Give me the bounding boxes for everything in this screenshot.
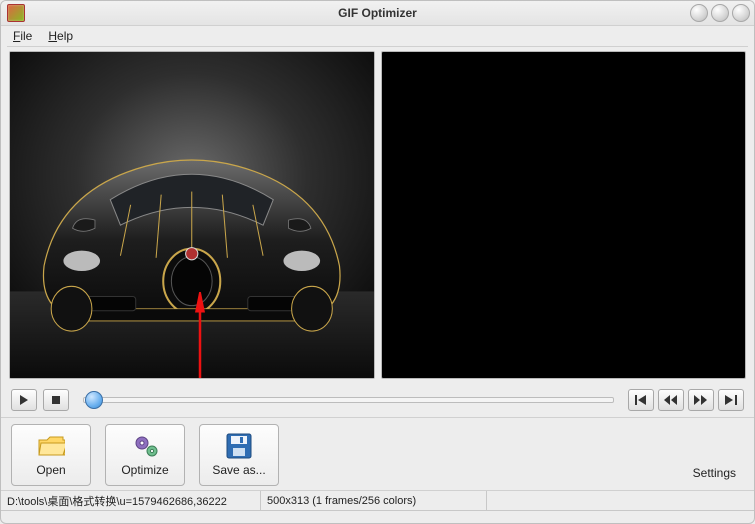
first-frame-button[interactable] xyxy=(628,389,654,411)
prev-icon xyxy=(664,395,678,405)
status-info: 500x313 (1 frames/256 colors) xyxy=(261,491,487,511)
slider-track xyxy=(83,397,614,403)
settings-link[interactable]: Settings xyxy=(693,466,736,486)
statusbar: D:\tools\桌面\格式转换\u=1579462686,36222 500x… xyxy=(1,491,754,511)
menu-file[interactable]: File xyxy=(5,27,40,45)
floppy-icon xyxy=(225,433,253,459)
main-toolbar: Open Optimize xyxy=(1,417,754,491)
close-button[interactable] xyxy=(732,4,750,22)
last-icon xyxy=(725,395,737,405)
open-button[interactable]: Open xyxy=(11,424,91,486)
frame-slider[interactable] xyxy=(83,390,614,410)
output-preview-pane xyxy=(381,51,747,379)
window-controls xyxy=(690,4,750,22)
frame-nav-group xyxy=(628,389,744,411)
play-icon xyxy=(19,395,29,405)
window-title: GIF Optimizer xyxy=(1,6,754,20)
titlebar: GIF Optimizer xyxy=(1,1,754,26)
prev-frame-button[interactable] xyxy=(658,389,684,411)
stop-icon xyxy=(52,396,60,404)
first-icon xyxy=(635,395,647,405)
optimize-button[interactable]: Optimize xyxy=(105,424,185,486)
slider-thumb[interactable] xyxy=(85,391,103,409)
save-as-label: Save as... xyxy=(212,463,265,477)
save-as-button[interactable]: Save as... xyxy=(199,424,279,486)
car-svg xyxy=(10,52,374,378)
stop-button[interactable] xyxy=(43,389,69,411)
minimize-button[interactable] xyxy=(690,4,708,22)
play-button[interactable] xyxy=(11,389,37,411)
source-preview-pane xyxy=(9,51,375,379)
next-icon xyxy=(694,395,708,405)
preview-area xyxy=(1,47,754,383)
source-image xyxy=(10,52,374,378)
status-empty xyxy=(487,491,754,511)
status-path: D:\tools\桌面\格式转换\u=1579462686,36222 xyxy=(1,491,261,511)
gears-icon xyxy=(131,433,159,459)
next-frame-button[interactable] xyxy=(688,389,714,411)
playback-controls xyxy=(1,383,754,417)
app-window: GIF Optimizer File Help xyxy=(0,0,755,524)
open-label: Open xyxy=(36,463,65,477)
optimize-label: Optimize xyxy=(121,463,168,477)
menu-help[interactable]: Help xyxy=(40,27,81,45)
app-icon xyxy=(7,4,25,22)
maximize-button[interactable] xyxy=(711,4,729,22)
last-frame-button[interactable] xyxy=(718,389,744,411)
menubar: File Help xyxy=(1,26,754,46)
folder-icon xyxy=(37,433,65,459)
